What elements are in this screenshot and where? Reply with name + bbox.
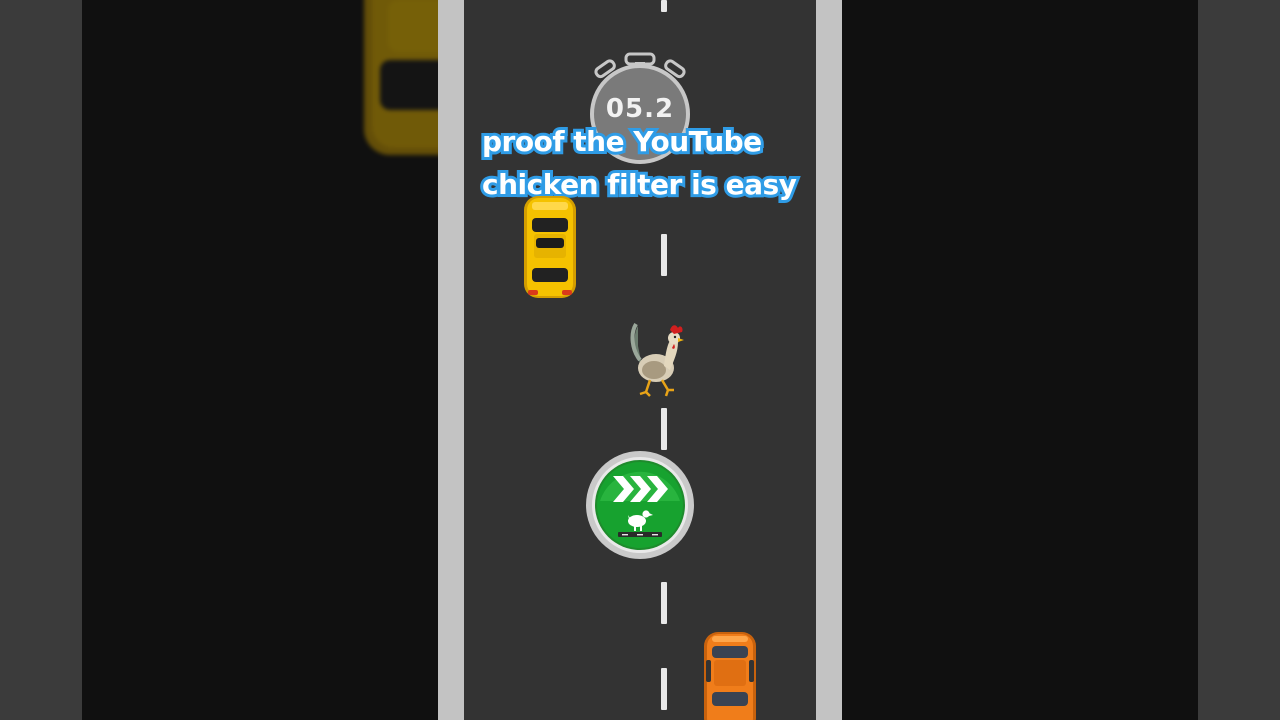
lane-dash — [661, 408, 667, 450]
yellow-car — [524, 196, 576, 298]
game-stage: 05.2 proof the YouTube chicken filter is… — [438, 0, 842, 720]
orange-car — [704, 632, 756, 720]
cross-road-button[interactable] — [586, 451, 694, 559]
lane-dash — [661, 0, 667, 12]
backdrop-right-blur — [842, 0, 1198, 720]
lane-dash — [661, 234, 667, 276]
backdrop-left — [0, 0, 82, 720]
caption-line-1: proof the YouTube — [479, 122, 765, 161]
backdrop-left-blur — [82, 0, 512, 720]
chevron-chicken-cross-icon — [592, 457, 688, 553]
lane-dash — [661, 668, 667, 710]
lane-dash — [661, 582, 667, 624]
chicken-player — [630, 322, 684, 397]
backdrop-right — [1198, 0, 1280, 720]
